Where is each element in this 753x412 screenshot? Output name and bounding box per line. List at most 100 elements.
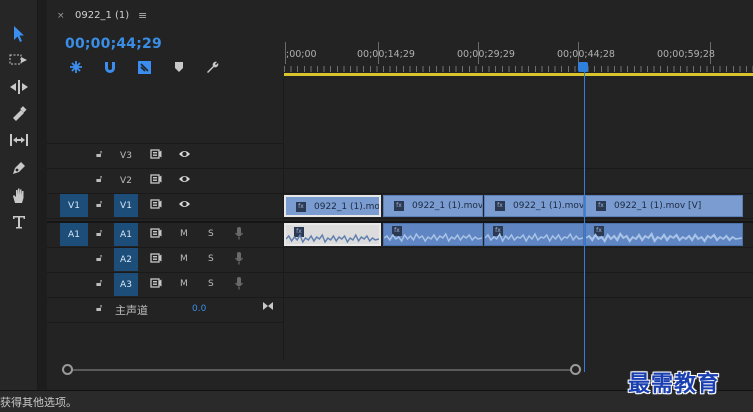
type-tool-icon[interactable] (6, 210, 32, 234)
tab-close-button[interactable]: × (57, 11, 65, 21)
work-area-bar[interactable] (284, 73, 753, 76)
voice-over-mic-icon[interactable] (234, 251, 244, 270)
audio-waveform (384, 232, 482, 243)
track-header-a1: A1 🔓︎ A1 M S (47, 223, 284, 247)
toggle-sync-lock-icon[interactable] (150, 174, 162, 187)
audio-clip[interactable]: fx (585, 223, 743, 246)
lock-icon[interactable]: 🔓︎ (96, 253, 102, 264)
ruler-label: 00;00;59;28 (657, 49, 715, 60)
source-patch-a1[interactable]: A1 (60, 223, 88, 246)
eye-icon[interactable] (178, 174, 191, 187)
ruler-minor-ticks (284, 66, 753, 72)
snap-magnet-icon[interactable] (102, 59, 118, 75)
mute-button[interactable]: M (180, 254, 188, 264)
track-divider (47, 322, 284, 323)
mute-button[interactable]: M (180, 229, 188, 239)
voice-over-mic-icon[interactable] (234, 226, 244, 245)
audio-clip[interactable]: fx (383, 223, 483, 246)
solo-button[interactable]: S (208, 229, 214, 239)
selection-tool-icon[interactable] (6, 22, 32, 46)
slip-tool-icon[interactable] (6, 128, 32, 152)
lock-icon[interactable]: 🔓︎ (96, 303, 102, 314)
clip-name: 0922_1 (1).mov [V] (614, 201, 702, 211)
ruler-label: 00;00;29;29 (457, 49, 515, 60)
playhead-timecode[interactable]: 00;00;44;29 (65, 36, 162, 52)
toggle-sync-lock-icon[interactable] (150, 253, 162, 266)
clip-name: 0922_1 (1).mov [ (513, 201, 584, 211)
sequence-tab-title[interactable]: 0922_1 (1) (75, 10, 129, 21)
track-name-a2[interactable]: A2 (114, 248, 138, 271)
toggle-sync-lock-icon[interactable] (150, 228, 162, 241)
track-name-v2[interactable]: V2 (114, 169, 138, 192)
master-volume-value[interactable]: 0.0 (192, 304, 206, 314)
solo-button[interactable]: S (208, 279, 214, 289)
nest-sequence-icon[interactable] (68, 59, 84, 75)
tools-panel (0, 0, 38, 390)
playhead-line[interactable] (584, 72, 585, 372)
ruler-label: 00;00;14;29 (357, 49, 415, 60)
track-name-a3[interactable]: A3 (114, 273, 138, 296)
timeline-settings-wrench-icon[interactable] (204, 59, 220, 75)
fx-badge: fx (596, 201, 606, 211)
lock-icon[interactable]: 🔓︎ (96, 199, 102, 210)
clip-name: 0922_1 (1).mov [ (412, 201, 483, 211)
source-patch-v1[interactable]: V1 (60, 194, 88, 217)
track-header-a3: 🔓︎ A3 M S (47, 273, 284, 297)
fx-badge: fx (296, 202, 306, 212)
clip-name: 0922_1 (1).mov (314, 202, 381, 212)
voice-over-mic-icon[interactable] (234, 276, 244, 295)
audio-waveform (485, 232, 583, 243)
fx-badge: fx (394, 201, 404, 211)
scrollbar-right-handle[interactable] (570, 364, 581, 375)
lock-icon[interactable]: 🔓︎ (96, 149, 102, 160)
lock-icon[interactable]: 🔓︎ (96, 278, 102, 289)
audio-clip[interactable]: fx (284, 223, 381, 246)
audio-waveform (286, 233, 379, 244)
ruler-label: ;00;00 (286, 49, 317, 60)
playhead-handle[interactable] (578, 62, 588, 72)
video-clip[interactable]: fx 0922_1 (1).mov [ (484, 195, 584, 217)
toggle-sync-lock-icon[interactable] (150, 278, 162, 291)
header-divider (283, 78, 284, 360)
eye-icon[interactable] (178, 149, 191, 162)
track-header-v1: V1 🔓︎ V1 (47, 194, 284, 218)
ruler-label: 00;00;44;28 (557, 49, 615, 60)
mute-button[interactable]: M (180, 279, 188, 289)
timeline-panel: × 0922_1 (1) ≡ 00;00;44;29 ;00;00 00;00;… (47, 0, 753, 390)
pen-tool-icon[interactable] (6, 156, 32, 180)
toggle-sync-lock-icon[interactable] (150, 199, 162, 212)
ripple-edit-tool-icon[interactable] (6, 75, 32, 99)
scrollbar-track[interactable] (62, 369, 572, 371)
lock-icon[interactable]: 🔓︎ (96, 174, 102, 185)
track-name-v1[interactable]: V1 (114, 194, 138, 217)
track-header-v2: 🔓︎ V2 (47, 169, 284, 193)
scrollbar-left-handle[interactable] (62, 364, 73, 375)
video-clip[interactable]: fx 0922_1 (1).mov [ (383, 195, 483, 217)
track-header-v3: 🔓︎ V3 (47, 144, 284, 168)
status-text: 获得其他选项。 (0, 396, 77, 409)
lock-icon[interactable]: 🔓︎ (96, 228, 102, 239)
track-name-v3[interactable]: V3 (114, 144, 138, 167)
hand-tool-icon[interactable] (6, 183, 32, 207)
add-marker-icon[interactable] (171, 59, 187, 75)
video-clip[interactable]: fx 0922_1 (1).mov (284, 195, 381, 217)
solo-button[interactable]: S (208, 254, 214, 264)
toggle-sync-lock-icon[interactable] (150, 149, 162, 162)
eye-icon[interactable] (178, 199, 191, 212)
master-track-name: 主声道 (115, 304, 148, 317)
audio-clip[interactable]: fx (484, 223, 584, 246)
razor-tool-icon[interactable] (6, 102, 32, 126)
linked-selection-icon[interactable] (136, 59, 152, 75)
track-divider (47, 218, 753, 219)
panel-menu-icon[interactable]: ≡ (138, 9, 147, 22)
time-ruler[interactable]: ;00;00 00;00;14;29 00;00;29;29 00;00;44;… (284, 36, 753, 78)
audio-waveform (586, 232, 742, 244)
video-clip[interactable]: fx 0922_1 (1).mov [V] (585, 195, 743, 217)
track-name-a1[interactable]: A1 (114, 223, 138, 246)
go-to-out-point-icon[interactable] (262, 301, 274, 314)
track-header-a2: 🔓︎ A2 M S (47, 248, 284, 272)
timeline-tab[interactable]: × 0922_1 (1) ≡ (47, 0, 753, 32)
track-header-master: 🔓︎ 主声道 0.0 (47, 298, 284, 322)
watermark-logo: 最需教育 (628, 372, 721, 397)
track-select-tool-icon[interactable] (6, 48, 32, 72)
